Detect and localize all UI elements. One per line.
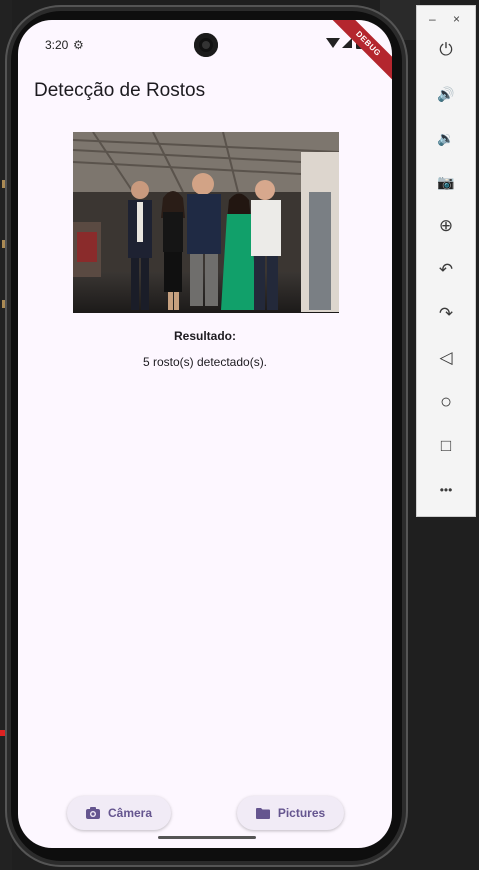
result-label: Resultado: bbox=[173, 329, 236, 343]
zoom-button[interactable]: ⊕ bbox=[430, 210, 462, 242]
volume-up-icon: 🔊 bbox=[437, 85, 455, 102]
back-button[interactable]: ◁ bbox=[430, 342, 462, 374]
pictures-button[interactable]: Pictures bbox=[237, 796, 344, 830]
overview-button[interactable]: □ bbox=[430, 430, 462, 462]
gesture-nav-handle[interactable] bbox=[158, 836, 256, 839]
volume-down-button[interactable]: 🔉 bbox=[430, 122, 462, 154]
rotate-right-icon: ↷ bbox=[438, 304, 454, 323]
phone-screen: 3:20 ⚙ DEBUG Detecção de Rostos Resultad… bbox=[18, 20, 392, 848]
camera-button-label: Câmera bbox=[107, 806, 153, 820]
camera-icon bbox=[85, 807, 100, 819]
status-bar: 3:20 ⚙ bbox=[18, 20, 392, 70]
power-button[interactable]: ⏻ bbox=[430, 34, 462, 66]
result-text: 5 rosto(s) detectado(s). bbox=[142, 355, 268, 369]
emulator-toolbar: – × ⏻ 🔊 🔉 📷 ⊕ ↶ ↷ ◁ ○ □ ••• bbox=[416, 5, 476, 517]
minimize-button[interactable]: – bbox=[429, 12, 436, 26]
zoom-in-icon: ⊕ bbox=[438, 216, 454, 235]
wifi-icon bbox=[326, 38, 340, 48]
back-icon: ◁ bbox=[439, 348, 453, 367]
front-camera-cutout bbox=[194, 33, 218, 57]
folder-icon bbox=[255, 807, 270, 819]
volume-up-button[interactable]: 🔊 bbox=[430, 78, 462, 110]
close-button[interactable]: × bbox=[453, 12, 460, 26]
pictures-button-label: Pictures bbox=[277, 806, 326, 820]
settings-gear-icon: ⚙ bbox=[73, 38, 84, 52]
status-time: 3:20 bbox=[45, 38, 69, 52]
rotate-right-button[interactable]: ↷ bbox=[430, 298, 462, 330]
camera-button[interactable]: Câmera bbox=[67, 796, 171, 830]
more-button[interactable]: ••• bbox=[430, 474, 462, 506]
home-icon: ○ bbox=[439, 390, 453, 413]
rotate-left-icon: ↶ bbox=[438, 260, 454, 279]
rotate-left-button[interactable]: ↶ bbox=[430, 254, 462, 286]
selected-photo bbox=[73, 132, 339, 313]
power-icon: ⏻ bbox=[439, 40, 453, 59]
volume-down-icon: 🔉 bbox=[437, 129, 455, 146]
overview-icon: □ bbox=[440, 436, 452, 455]
cell-signal-icon bbox=[342, 38, 352, 48]
camera-icon: 📷 bbox=[437, 173, 455, 190]
screenshot-button[interactable]: 📷 bbox=[430, 166, 462, 198]
home-button[interactable]: ○ bbox=[430, 386, 462, 418]
more-icon: ••• bbox=[439, 483, 453, 497]
page-title: Detecção de Rostos bbox=[34, 80, 206, 101]
